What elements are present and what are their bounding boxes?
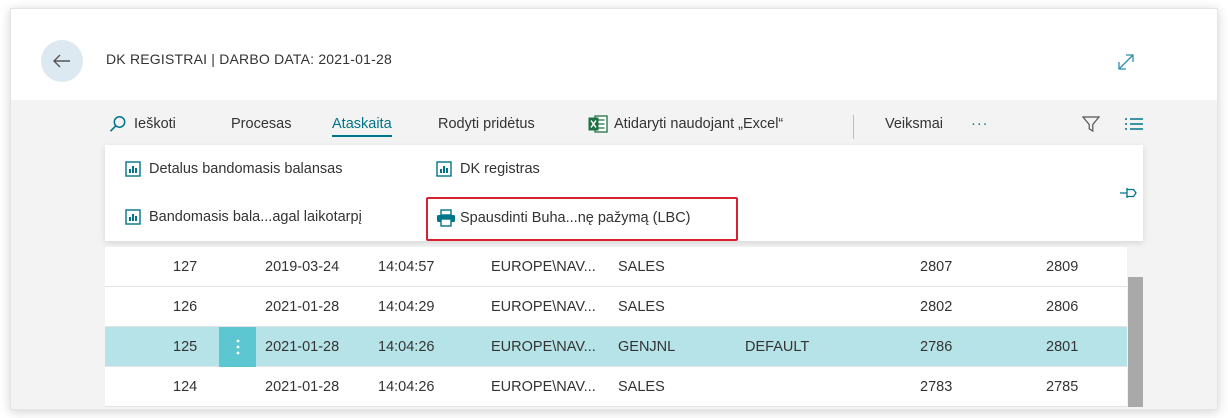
- toolbar-divider: [853, 115, 854, 139]
- process-tab[interactable]: Procesas: [231, 107, 291, 141]
- report-trial-balance-by-period[interactable]: Bandomasis bala...agal laikotarpį: [125, 209, 362, 225]
- report-detailed-trial-balance[interactable]: Detalus bandomasis balansas: [125, 161, 342, 177]
- highlight-box: [426, 197, 738, 241]
- creation-time: 14:04:57: [378, 259, 435, 275]
- action-bar: Ieškoti Procesas Ataskaita Rodyti pridėt…: [109, 107, 1143, 141]
- creation-date: 2021-01-28: [265, 339, 340, 355]
- source-code: SALES: [618, 259, 665, 275]
- page-frame: DK REGISTRAI | DARBO DATA: 2021-01-28 Ie…: [10, 8, 1218, 410]
- report-gl-register[interactable]: DK registras: [436, 161, 540, 177]
- to-entry-no: 2806: [1046, 299, 1079, 315]
- show-attached-label: Rodyti pridėtus: [438, 116, 535, 132]
- creation-date: 2019-03-24: [265, 259, 340, 275]
- creation-time: 14:04:26: [378, 339, 435, 355]
- to-entry-no: 2801: [1046, 339, 1079, 355]
- entry-no: 124: [173, 379, 198, 395]
- more-options-button[interactable]: ···: [971, 107, 989, 141]
- creation-time: 14:04:29: [378, 299, 435, 315]
- table-row[interactable]: 124 2021-01-28 14:04:26 EUROPE\NAV... SA…: [105, 367, 1127, 407]
- reports-dropdown: Detalus bandomasis balansas DK registras…: [105, 145, 1143, 241]
- source-code: SALES: [618, 299, 665, 315]
- actions-menu[interactable]: Veiksmai: [885, 107, 943, 141]
- from-entry-no: 2783: [920, 379, 953, 395]
- report-icon: [125, 161, 141, 177]
- vertical-scrollbar[interactable]: [1128, 277, 1143, 407]
- creation-date: 2021-01-28: [265, 379, 340, 395]
- user-id: EUROPE\NAV...: [491, 299, 596, 315]
- actions-label: Veiksmai: [885, 116, 944, 132]
- entry-no: 127: [173, 259, 198, 275]
- user-id: EUROPE\NAV...: [491, 379, 596, 395]
- user-id: EUROPE\NAV...: [491, 259, 596, 275]
- from-entry-no: 2786: [920, 339, 953, 355]
- reports-label: Ataskaita: [332, 111, 392, 137]
- entry-no: 125: [173, 339, 198, 355]
- from-entry-no: 2802: [920, 299, 953, 315]
- reports-tab[interactable]: Ataskaita: [332, 107, 392, 141]
- page-title: DK REGISTRAI | DARBO DATA: 2021-01-28: [106, 51, 392, 67]
- pin-icon[interactable]: [1119, 185, 1139, 201]
- search-button[interactable]: Ieškoti: [109, 107, 176, 141]
- list-view-icon[interactable]: [1125, 118, 1143, 130]
- report-label: DK registras: [460, 161, 540, 177]
- table-row-selected[interactable]: 125 2021-01-28 14:04:26 EUROPE\NAV... GE…: [105, 327, 1127, 367]
- journal-batch: DEFAULT: [745, 339, 810, 355]
- from-entry-no: 2807: [920, 259, 953, 275]
- expand-icon[interactable]: [1115, 51, 1137, 73]
- creation-date: 2021-01-28: [265, 299, 340, 315]
- excel-icon: [588, 115, 608, 133]
- vertical-dots-icon: [236, 339, 239, 355]
- table-row[interactable]: 127 2019-03-24 14:04:57 EUROPE\NAV... SA…: [105, 247, 1127, 287]
- table-row[interactable]: 126 2021-01-28 14:04:29 EUROPE\NAV... SA…: [105, 287, 1127, 327]
- report-label: Detalus bandomasis balansas: [149, 161, 343, 177]
- process-label: Procesas: [231, 116, 292, 132]
- entry-no: 126: [173, 299, 198, 315]
- search-icon: [109, 116, 126, 132]
- user-id: EUROPE\NAV...: [491, 339, 596, 355]
- open-in-excel-button[interactable]: Atidaryti naudojant „Excel“: [588, 107, 783, 141]
- row-actions-button[interactable]: [219, 327, 256, 367]
- report-icon: [125, 209, 141, 225]
- show-attached-button[interactable]: Rodyti pridėtus: [438, 107, 535, 141]
- to-entry-no: 2809: [1046, 259, 1079, 275]
- to-entry-no: 2785: [1046, 379, 1079, 395]
- back-button[interactable]: [41, 40, 83, 82]
- report-icon: [436, 161, 452, 177]
- search-label: Ieškoti: [134, 116, 176, 132]
- report-label: Bandomasis bala...agal laikotarpį: [149, 209, 362, 225]
- excel-label: Atidaryti naudojant „Excel“: [614, 116, 784, 132]
- source-code: SALES: [618, 379, 665, 395]
- creation-time: 14:04:26: [378, 379, 435, 395]
- more-label: ···: [971, 116, 989, 132]
- arrow-left-icon: [53, 54, 70, 68]
- source-code: GENJNL: [618, 339, 676, 355]
- filter-icon[interactable]: [1082, 115, 1100, 133]
